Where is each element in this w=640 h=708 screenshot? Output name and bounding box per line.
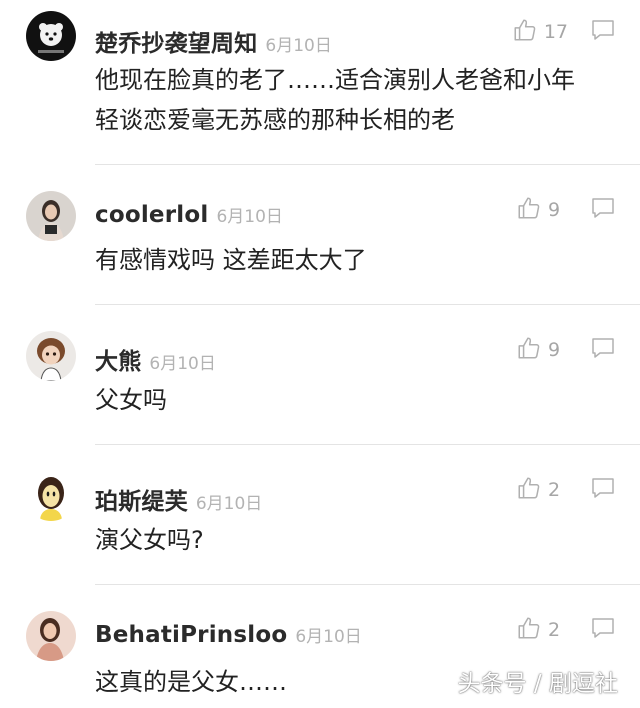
comment-meta: 珀斯缇芙 6月10日 [95,482,263,515]
comment-text: 父女吗 [95,386,167,414]
like-button[interactable]: 17 [512,17,568,47]
like-count: 9 [548,199,561,221]
reply-button[interactable] [590,196,616,224]
like-button[interactable]: 2 [516,475,568,505]
avatar[interactable] [26,331,76,381]
comment-date: 6月10日 [195,494,263,514]
thumbs-up-icon [516,475,542,505]
speech-bubble-icon [590,476,616,504]
comment-date: 6月10日 [265,36,332,56]
avatar[interactable] [26,611,76,661]
avatar[interactable] [26,471,76,521]
reply-button[interactable] [590,616,616,644]
comment-actions: 2 [516,474,616,506]
comment-date: 6月10日 [216,207,283,227]
comment-meta: coolerlol 6月10日 [95,202,283,232]
comment-actions: 9 [516,194,616,226]
like-count: 2 [548,479,561,501]
thumbs-up-icon [516,615,542,645]
speech-bubble-icon [590,336,616,364]
watermark: 头条号 / 剧逗社 [457,671,618,697]
divider [95,444,640,445]
comment-text: 有感情戏吗 这差距太大了 [95,246,367,274]
username[interactable]: 珀斯缇芙 [95,482,188,516]
divider [95,304,640,305]
speech-bubble-icon [590,196,616,224]
comment-meta: BehatiPrinsloo 6月10日 [95,622,362,652]
comment-date: 6月10日 [149,354,216,374]
like-button[interactable]: 9 [516,335,568,365]
divider [95,164,640,165]
thumbs-up-icon [512,17,538,47]
username[interactable]: BehatiPrinsloo [95,622,287,648]
username[interactable]: 大熊 [95,342,141,376]
comment-meta: 大熊 6月10日 [95,342,216,375]
username[interactable]: coolerlol [95,202,208,228]
thumbs-up-icon [516,335,542,365]
divider [95,584,640,585]
reply-button[interactable] [590,476,616,504]
like-count: 2 [548,619,561,641]
reply-button[interactable] [590,336,616,364]
comment-actions: 2 [516,614,616,646]
like-button[interactable]: 2 [516,615,568,645]
speech-bubble-icon [590,18,616,46]
comment-text: 他现在脸真的老了……适合演别人老爸和小年 轻谈恋爱毫无苏感的那种长相的老 [95,66,575,134]
comment-date: 6月10日 [295,627,362,647]
speech-bubble-icon [590,616,616,644]
reply-button[interactable] [590,18,616,46]
thumbs-up-icon [516,195,542,225]
username[interactable]: 楚乔抄袭望周知 [95,24,257,58]
like-count: 9 [548,339,561,361]
avatar[interactable] [26,11,76,61]
comment-actions: 9 [516,334,616,366]
avatar[interactable] [26,191,76,241]
comment-meta: 楚乔抄袭望周知 6月10日 [95,24,332,57]
like-button[interactable]: 9 [516,195,568,225]
comment-actions: 17 [512,16,616,48]
like-count: 17 [543,21,568,43]
comment-text: 演父女吗? [95,526,204,554]
